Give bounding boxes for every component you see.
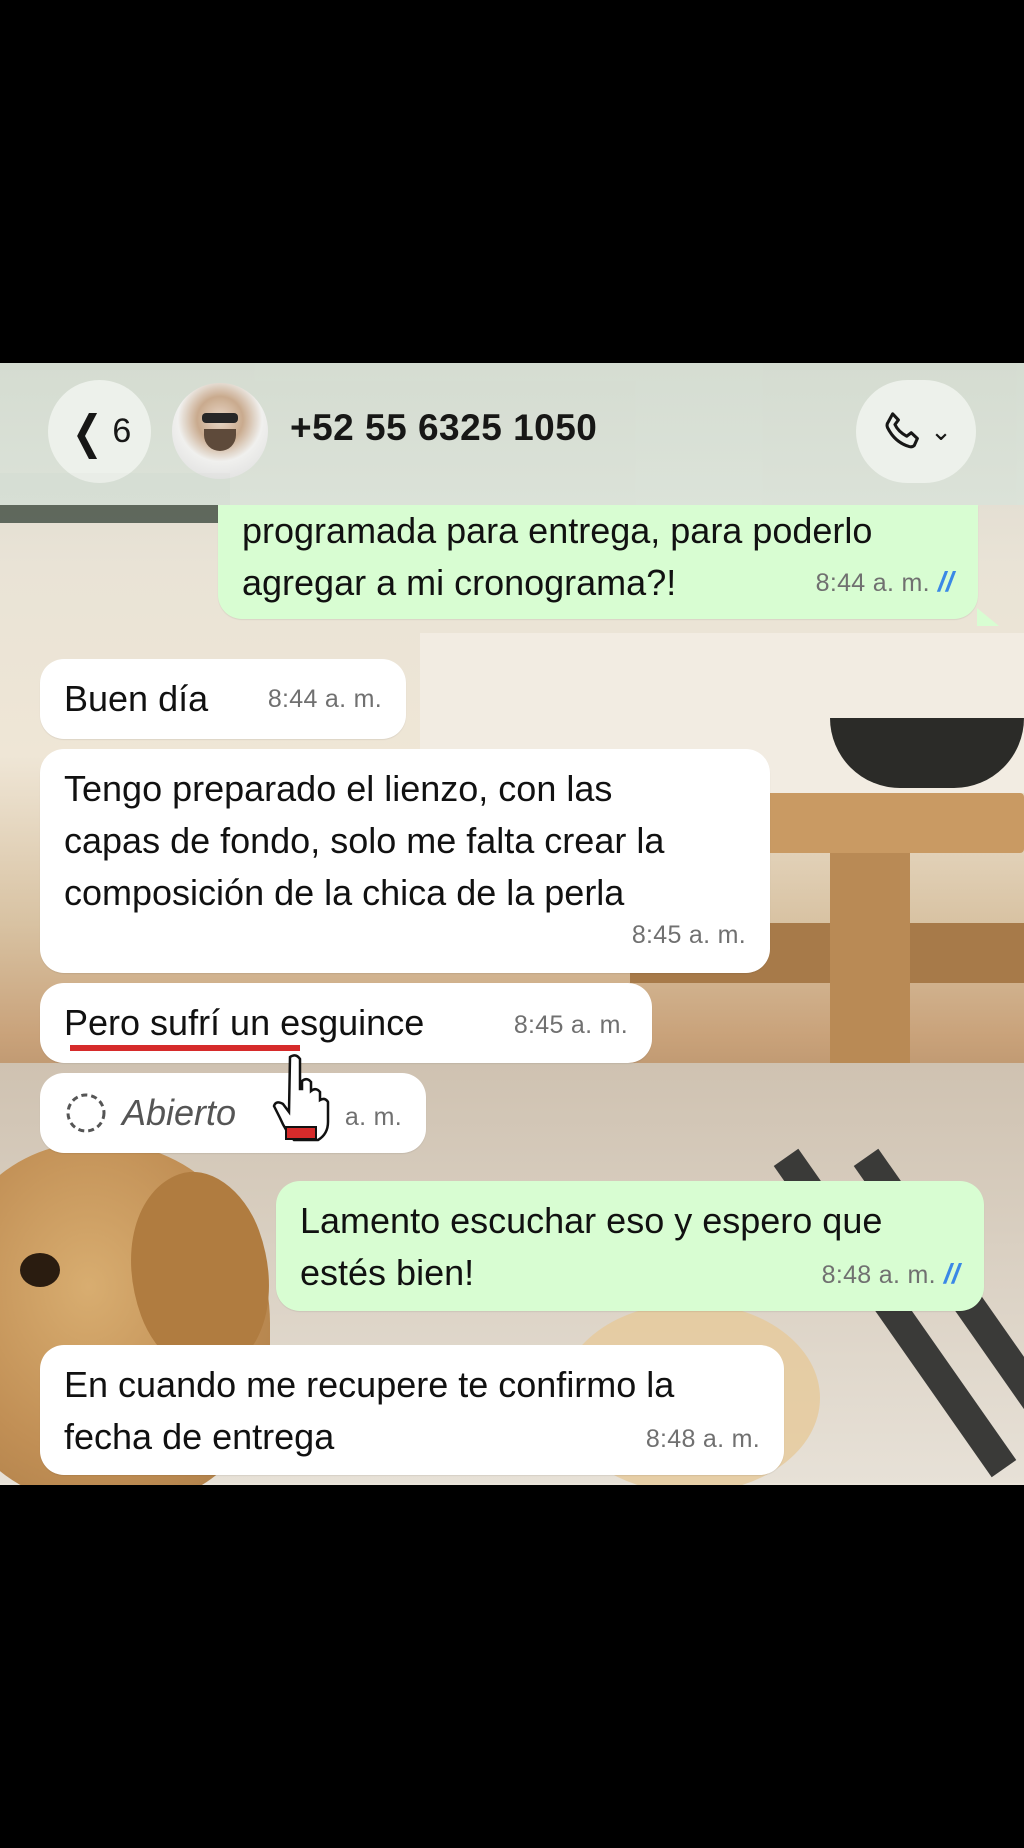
chat-screen: programada para entrega, para poderlo ag…: [0, 363, 1024, 1485]
unread-count: 6: [112, 412, 132, 450]
message-time-text: 8:48 a. m.: [821, 1261, 936, 1289]
message-time: 8:45 a. m.: [631, 921, 746, 949]
hand-pointer-icon: [272, 1054, 330, 1142]
message-time: 8:48 a. m.//: [822, 1248, 960, 1301]
double-check-icon: //: [937, 566, 954, 597]
message-time: a. m.: [344, 1103, 402, 1131]
view-once-label: Abierto: [122, 1092, 237, 1133]
message-bubble-incoming[interactable]: En cuando me recupere te confirmo la fec…: [40, 1345, 784, 1475]
message-bubble-incoming[interactable]: Buen día 8:44 a. m.: [40, 659, 406, 739]
message-bubble-incoming[interactable]: Pero sufrí un esguince 8:45 a. m.: [40, 983, 652, 1063]
message-text: programada para entrega, para poderlo: [242, 510, 873, 551]
avatar-glasses: [202, 413, 238, 423]
message-bubble-outgoing[interactable]: programada para entrega, para poderlo ag…: [218, 505, 978, 619]
message-time: 8:45 a. m.: [513, 1011, 628, 1039]
message-time: 8:44 a. m.//: [816, 556, 954, 609]
double-check-icon: //: [943, 1258, 960, 1289]
wallpaper-dog-eye: [20, 1253, 60, 1287]
message-text: Lamento escuchar eso y espero que: [300, 1200, 883, 1241]
contact-name[interactable]: +52 55 6325 1050: [290, 407, 597, 449]
dashed-circle-icon: [66, 1093, 106, 1133]
highlight-underline: [70, 1045, 300, 1051]
avatar[interactable]: [172, 383, 268, 479]
chat-header: ❮ 6 +52 55 6325 1050 ⌄: [0, 363, 1024, 505]
avatar-beard: [204, 429, 236, 451]
message-time: 8:44 a. m.: [267, 685, 382, 713]
chevron-down-icon: ⌄: [930, 416, 952, 446]
phone-icon: [885, 411, 920, 448]
message-text: En cuando me recupere te confirmo la: [64, 1364, 675, 1405]
chevron-left-icon: ❮: [71, 405, 103, 458]
back-button[interactable]: ❮ 6: [48, 380, 151, 483]
wallpaper-table: [760, 793, 1024, 853]
message-text: Buen día: [64, 678, 209, 719]
message-text: Tengo preparado el lienzo, con las: [64, 768, 613, 809]
message-text: Pero sufrí un esguince: [64, 1002, 425, 1043]
message-time: 8:48 a. m.: [645, 1425, 760, 1453]
message-text: capas de fondo, solo me falta crear la: [64, 820, 665, 861]
bubble-tail: [977, 608, 999, 626]
message-bubble-incoming[interactable]: Tengo preparado el lienzo, con las capas…: [40, 749, 770, 973]
message-time-text: 8:44 a. m.: [815, 569, 930, 597]
message-bubble-outgoing[interactable]: Lamento escuchar eso y espero que estés …: [276, 1181, 984, 1311]
view-once-message[interactable]: Abierto a. m.: [40, 1073, 426, 1153]
call-button[interactable]: ⌄: [856, 380, 976, 483]
